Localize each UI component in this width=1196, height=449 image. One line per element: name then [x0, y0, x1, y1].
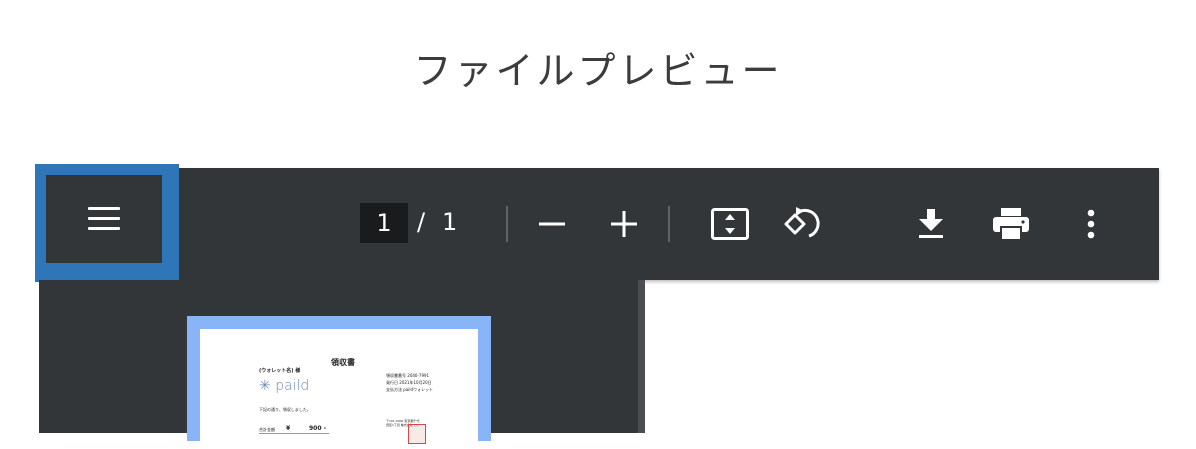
- pdf-toolbar: 1 / 1: [35, 164, 1159, 282]
- sidebar-divider: [638, 280, 645, 433]
- toolbar-divider: [668, 206, 670, 242]
- thumb-doc-title: 領収書: [331, 358, 355, 367]
- company-seal: [408, 424, 426, 444]
- logo-mark-icon: ✳: [259, 378, 271, 394]
- thumb-logo: ✳ paild: [259, 378, 310, 394]
- thumbnail-page: 領収書 (ウォレット名) 様 ✳ paild 領収書番号 2040-7991 発…: [200, 329, 478, 449]
- page-separator: /: [417, 208, 426, 236]
- more-vert-icon: [1087, 209, 1095, 239]
- page-title: ファイルプレビュー: [413, 49, 783, 93]
- download-icon: [919, 209, 943, 238]
- fit-page-button[interactable]: [708, 202, 752, 246]
- menu-button[interactable]: [46, 175, 162, 263]
- download-button[interactable]: [909, 202, 953, 246]
- thumb-issuer: 支払方法 paildウォレット: [386, 387, 434, 392]
- more-actions-button[interactable]: [1069, 202, 1113, 246]
- thumb-amount-underline: [259, 433, 329, 434]
- pdf-viewer: 1 / 1 領収書 (ウォレット名) 様 ✳ paild 領収書番号 2040-…: [35, 164, 1159, 449]
- fit-page-icon: [711, 208, 749, 240]
- zoom-in-button[interactable]: [602, 202, 646, 246]
- current-page-input[interactable]: 1: [360, 203, 408, 243]
- zoom-in-icon: [611, 211, 637, 237]
- total-pages: 1: [442, 208, 458, 236]
- page-thumbnail[interactable]: 領収書 (ウォレット名) 様 ✳ paild 領収書番号 2040-7991 発…: [187, 316, 491, 449]
- thumb-issue-date: 発行日 2021年10月20日: [386, 380, 432, 385]
- toolbar-divider: [506, 206, 508, 242]
- menu-focus-highlight: [35, 164, 179, 282]
- zoom-out-button[interactable]: [530, 202, 574, 246]
- menu-icon: [88, 207, 120, 231]
- rotate-icon: [784, 207, 820, 238]
- thumb-amount-currency: ¥: [286, 425, 291, 432]
- print-button[interactable]: [989, 202, 1033, 246]
- zoom-out-icon: [539, 222, 565, 226]
- thumb-amount-value: 900 -: [309, 425, 327, 432]
- thumb-receipt-number: 領収書番号 2040-7991: [386, 373, 430, 378]
- thumb-body-text: 下記の通り、領収しました。: [259, 407, 311, 412]
- thumb-addressee: (ウォレット名) 様: [259, 368, 301, 374]
- rotate-button[interactable]: [779, 202, 823, 246]
- print-icon: [993, 208, 1029, 240]
